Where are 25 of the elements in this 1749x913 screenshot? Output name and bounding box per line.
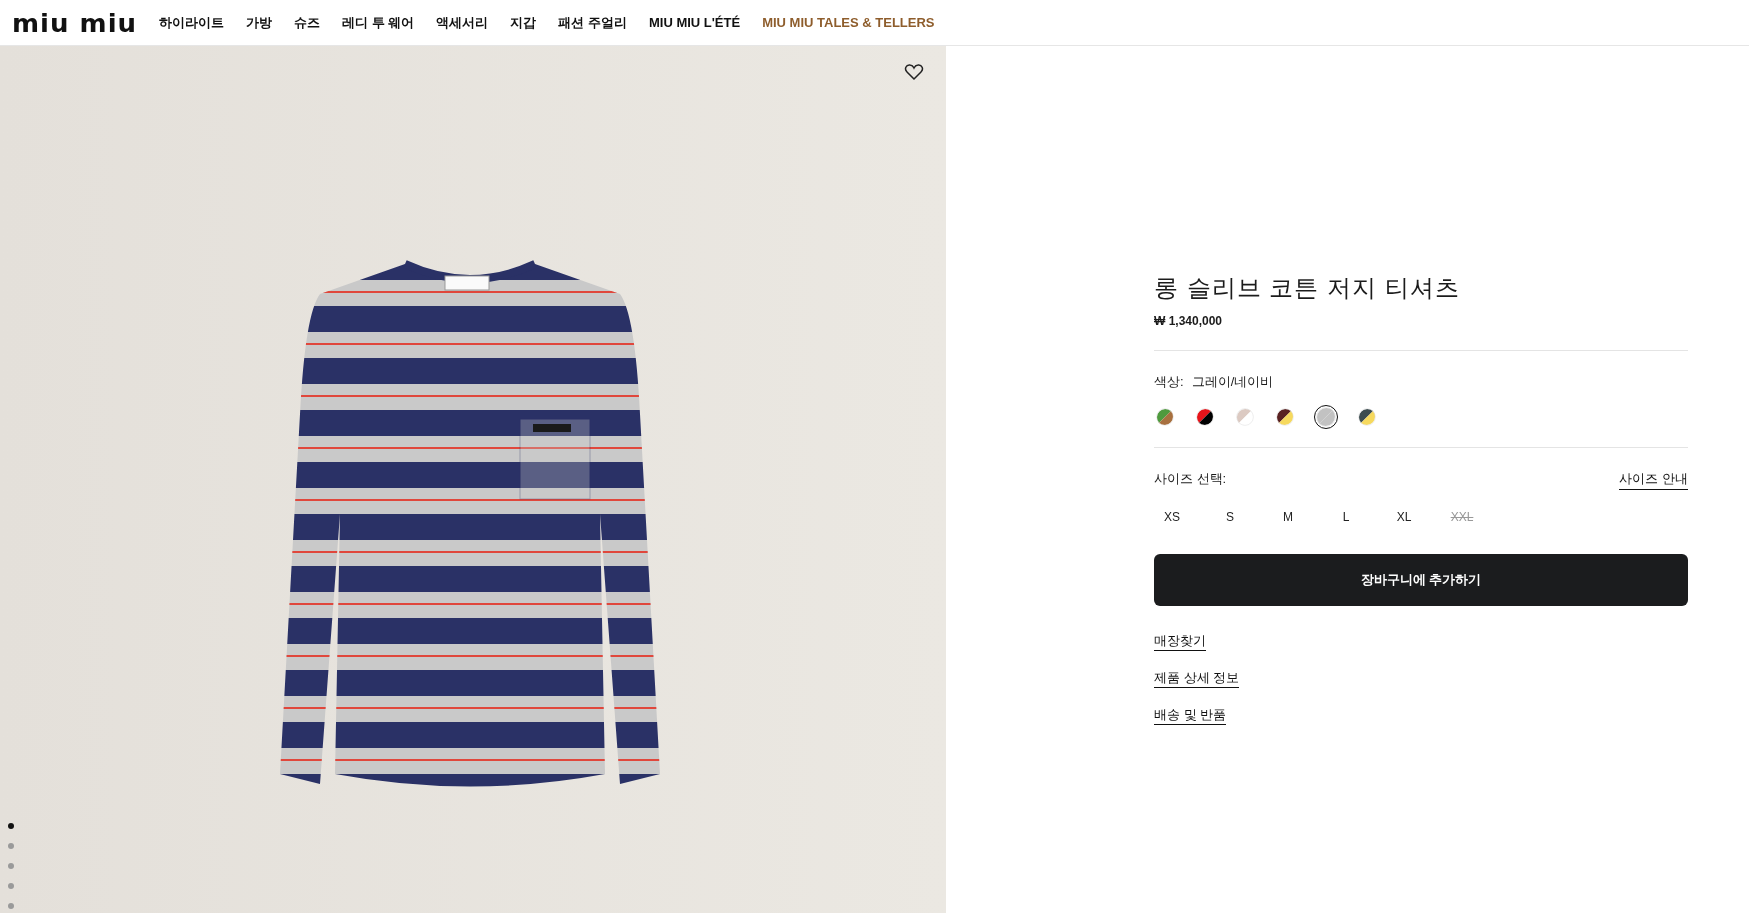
- info-link[interactable]: 제품 상세 정보: [1154, 669, 1240, 688]
- color-label: 색상:: [1154, 373, 1184, 391]
- product-title: 롱 슬리브 코튼 저지 티셔츠: [1154, 273, 1461, 303]
- info-link[interactable]: 매장찾기: [1154, 632, 1206, 651]
- size-option[interactable]: XL: [1386, 506, 1422, 528]
- product-price: ₩ 1,340,000: [1154, 314, 1224, 328]
- nav-link[interactable]: 레디 투 웨어: [342, 13, 415, 32]
- size-guide-link[interactable]: 사이즈 안내: [1619, 470, 1688, 490]
- nav-link[interactable]: MIU MIU TALES & TELLERS: [762, 15, 935, 30]
- size-option[interactable]: S: [1212, 506, 1248, 528]
- nav-link[interactable]: 패션 주얼리: [558, 13, 627, 32]
- size-option[interactable]: XS: [1154, 506, 1190, 528]
- nav-link[interactable]: 지갑: [510, 13, 537, 32]
- nav-link[interactable]: 액세서리: [436, 13, 489, 32]
- info-link[interactable]: 배송 및 반품: [1154, 706, 1227, 725]
- nav-link[interactable]: 가방: [246, 13, 273, 32]
- nav-link[interactable]: 하이라이트: [159, 13, 225, 32]
- size-option[interactable]: L: [1328, 506, 1364, 528]
- size-label: 사이즈 선택:: [1154, 470, 1227, 488]
- add-to-cart-button[interactable]: 장바구니에 추가하기: [1154, 554, 1688, 606]
- nav-link[interactable]: MIU MIU L'ÉTÉ: [648, 15, 741, 30]
- size-option[interactable]: M: [1270, 506, 1306, 528]
- color-value: 그레이/네이비: [1191, 373, 1274, 391]
- nav-link[interactable]: 슈즈: [294, 13, 321, 32]
- brand-logo[interactable]: miu miu: [12, 10, 138, 35]
